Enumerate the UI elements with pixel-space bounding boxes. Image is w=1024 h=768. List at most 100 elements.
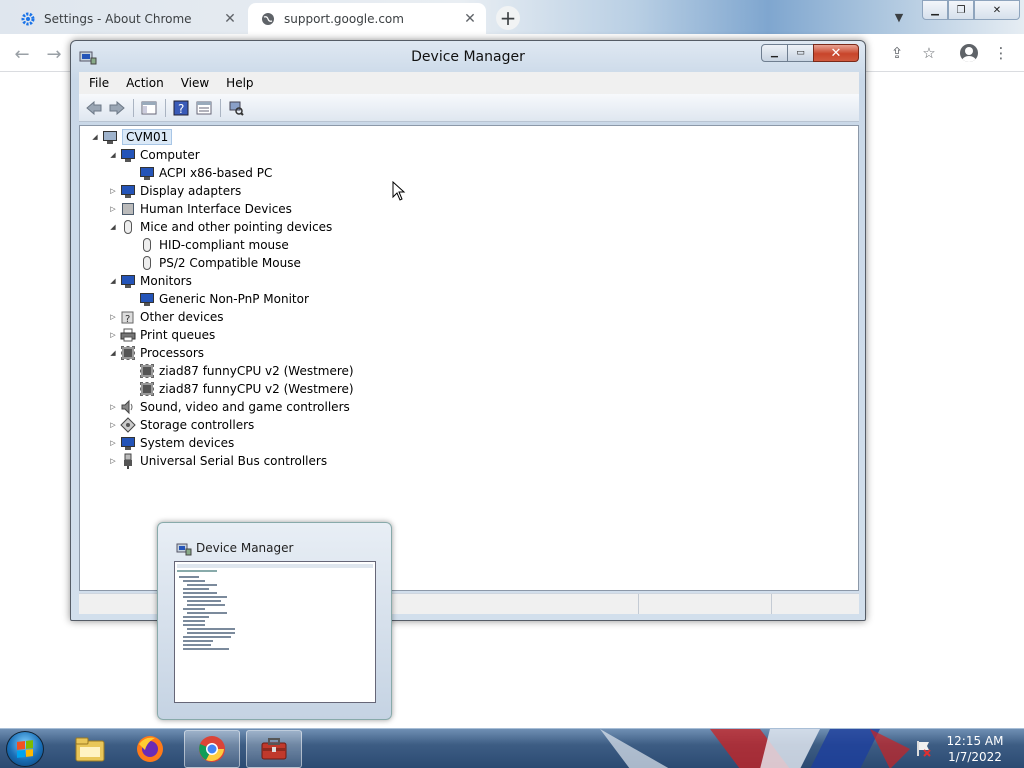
- expand-collapse-icon[interactable]: ◢: [90, 132, 100, 142]
- tree-category-processors[interactable]: ◢ Processors: [108, 344, 204, 362]
- tree-category-other-devices[interactable]: ▷ ? Other devices: [108, 308, 223, 326]
- taskbar-explorer[interactable]: [62, 730, 118, 768]
- tree-device-hid-mouse[interactable]: HID-compliant mouse: [139, 236, 289, 254]
- tree-category-usb[interactable]: ▷ Universal Serial Bus controllers: [108, 452, 327, 470]
- profile-avatar-icon[interactable]: [958, 42, 980, 64]
- computer-icon: [139, 165, 155, 181]
- properties-icon[interactable]: [193, 98, 215, 118]
- browser-minimize-button[interactable]: ▁: [922, 0, 948, 20]
- tree-device-ps2-mouse[interactable]: PS/2 Compatible Mouse: [139, 254, 301, 272]
- browser-close-button[interactable]: ✕: [974, 0, 1020, 20]
- menu-view[interactable]: View: [171, 76, 216, 90]
- forward-arrow-icon[interactable]: [106, 98, 128, 118]
- mouse-icon: [139, 237, 155, 253]
- close-tab-icon[interactable]: ✕: [460, 9, 480, 29]
- svg-text:?: ?: [178, 102, 184, 116]
- chevron-down-icon[interactable]: ▼: [888, 6, 910, 28]
- close-button[interactable]: ✕: [813, 44, 859, 62]
- tree-category-system-devices[interactable]: ▷ System devices: [108, 434, 234, 452]
- globe-icon: [260, 11, 276, 27]
- menu-action[interactable]: Action: [116, 76, 171, 90]
- computer-icon: [120, 147, 136, 163]
- star-icon[interactable]: ☆: [918, 42, 940, 64]
- expand-collapse-icon[interactable]: ▷: [108, 330, 118, 340]
- computer-icon: [102, 129, 118, 145]
- tree-category-label: Computer: [140, 148, 200, 162]
- tree-category-print-queues[interactable]: ▷ Print queues: [108, 326, 215, 344]
- expand-collapse-icon[interactable]: ▷: [108, 456, 118, 466]
- minimize-button[interactable]: ▁: [761, 44, 788, 62]
- window-titlebar[interactable]: Device Manager ▁ ▭ ✕: [71, 41, 865, 73]
- tree-category-label: Processors: [140, 346, 205, 360]
- tree-category-label: Storage controllers: [140, 418, 255, 432]
- tree-category-display-adapters[interactable]: ▷ Display adapters: [108, 182, 241, 200]
- wallpaper-fragment: [600, 729, 910, 768]
- tab-label: Settings - About Chrome: [44, 11, 192, 26]
- system-icon: [120, 435, 136, 451]
- tree-device-label: HID-compliant mouse: [159, 238, 289, 252]
- menu-bar: File Action View Help: [79, 72, 859, 94]
- usb-icon: [120, 453, 136, 469]
- mouse-icon: [139, 255, 155, 271]
- forward-arrow-icon[interactable]: →: [42, 42, 66, 66]
- tree-device-label: ziad87 funnyCPU v2 (Westmere): [159, 364, 354, 378]
- maximize-button[interactable]: ▭: [787, 44, 814, 62]
- taskbar-thumbnail-preview[interactable]: Device Manager: [157, 522, 392, 720]
- back-arrow-icon[interactable]: [83, 98, 105, 118]
- tree-category-storage[interactable]: ▷ Storage controllers: [108, 416, 254, 434]
- expand-collapse-icon[interactable]: ▷: [108, 312, 118, 322]
- expand-collapse-icon[interactable]: ◢: [108, 222, 118, 232]
- expand-collapse-icon[interactable]: ▷: [108, 402, 118, 412]
- tree-device-cpu-2[interactable]: ziad87 funnyCPU v2 (Westmere): [139, 380, 354, 398]
- browser-restore-button[interactable]: ❐: [948, 0, 974, 20]
- close-tab-icon[interactable]: ✕: [220, 9, 240, 29]
- tree-device-acpi-pc[interactable]: ACPI x86-based PC: [139, 164, 272, 182]
- expand-collapse-icon[interactable]: ◢: [108, 276, 118, 286]
- expand-collapse-icon[interactable]: ◢: [108, 348, 118, 358]
- tree-category-hid[interactable]: ▷ Human Interface Devices: [108, 200, 292, 218]
- tree-device-generic-monitor[interactable]: Generic Non-PnP Monitor: [139, 290, 309, 308]
- toolbar-separator: [165, 98, 166, 117]
- taskbar-firefox[interactable]: [122, 730, 178, 768]
- expand-collapse-icon[interactable]: ▷: [108, 204, 118, 214]
- expand-collapse-icon[interactable]: ◢: [108, 150, 118, 160]
- storage-icon: [120, 417, 136, 433]
- tree-category-label: System devices: [140, 436, 235, 450]
- menu-help[interactable]: Help: [216, 76, 260, 90]
- tree-category-label: Print queues: [140, 328, 216, 342]
- tree-category-computer[interactable]: ◢ Computer: [108, 146, 200, 164]
- new-tab-button[interactable]: +: [496, 6, 520, 30]
- tree-device-cpu-1[interactable]: ziad87 funnyCPU v2 (Westmere): [139, 362, 354, 380]
- mouse-icon: [120, 219, 136, 235]
- toolbar: ?: [79, 94, 859, 122]
- taskbar-chrome[interactable]: [184, 730, 240, 768]
- help-icon[interactable]: ?: [170, 98, 192, 118]
- share-icon[interactable]: ⇪: [886, 42, 908, 64]
- tree-category-sound[interactable]: ▷ Sound, video and game controllers: [108, 398, 350, 416]
- show-hide-console-tree-icon[interactable]: [138, 98, 160, 118]
- action-center-flag-icon[interactable]: [914, 739, 932, 757]
- tree-device-label: ziad87 funnyCPU v2 (Westmere): [159, 382, 354, 396]
- device-manager-icon: [176, 541, 192, 556]
- tree-category-mice[interactable]: ◢ Mice and other pointing devices: [108, 218, 332, 236]
- toolbar-separator: [133, 98, 134, 117]
- tree-category-label: Display adapters: [140, 184, 242, 198]
- processor-icon: [120, 345, 136, 361]
- tree-category-label: Sound, video and game controllers: [140, 400, 350, 414]
- back-arrow-icon[interactable]: ←: [10, 42, 34, 66]
- tree-root-node[interactable]: ◢ CVM01: [90, 128, 173, 146]
- tab-settings-about-chrome[interactable]: Settings - About Chrome ✕: [8, 3, 246, 34]
- taskbar-device-manager[interactable]: [246, 730, 302, 768]
- expand-collapse-icon[interactable]: ▷: [108, 438, 118, 448]
- clock-date: 1/7/2022: [948, 750, 1002, 764]
- scan-hardware-changes-icon[interactable]: [225, 98, 247, 118]
- system-clock[interactable]: 12:15 AM 1/7/2022: [936, 733, 1014, 765]
- tree-category-monitors[interactable]: ◢ Monitors: [108, 272, 192, 290]
- tree-category-label: Monitors: [140, 274, 192, 288]
- menu-kebab-icon[interactable]: ⋮: [990, 42, 1012, 64]
- expand-collapse-icon[interactable]: ▷: [108, 420, 118, 430]
- expand-collapse-icon[interactable]: ▷: [108, 186, 118, 196]
- start-button[interactable]: [6, 731, 44, 767]
- tab-support-google[interactable]: support.google.com ✕: [248, 3, 486, 34]
- menu-file[interactable]: File: [79, 76, 116, 90]
